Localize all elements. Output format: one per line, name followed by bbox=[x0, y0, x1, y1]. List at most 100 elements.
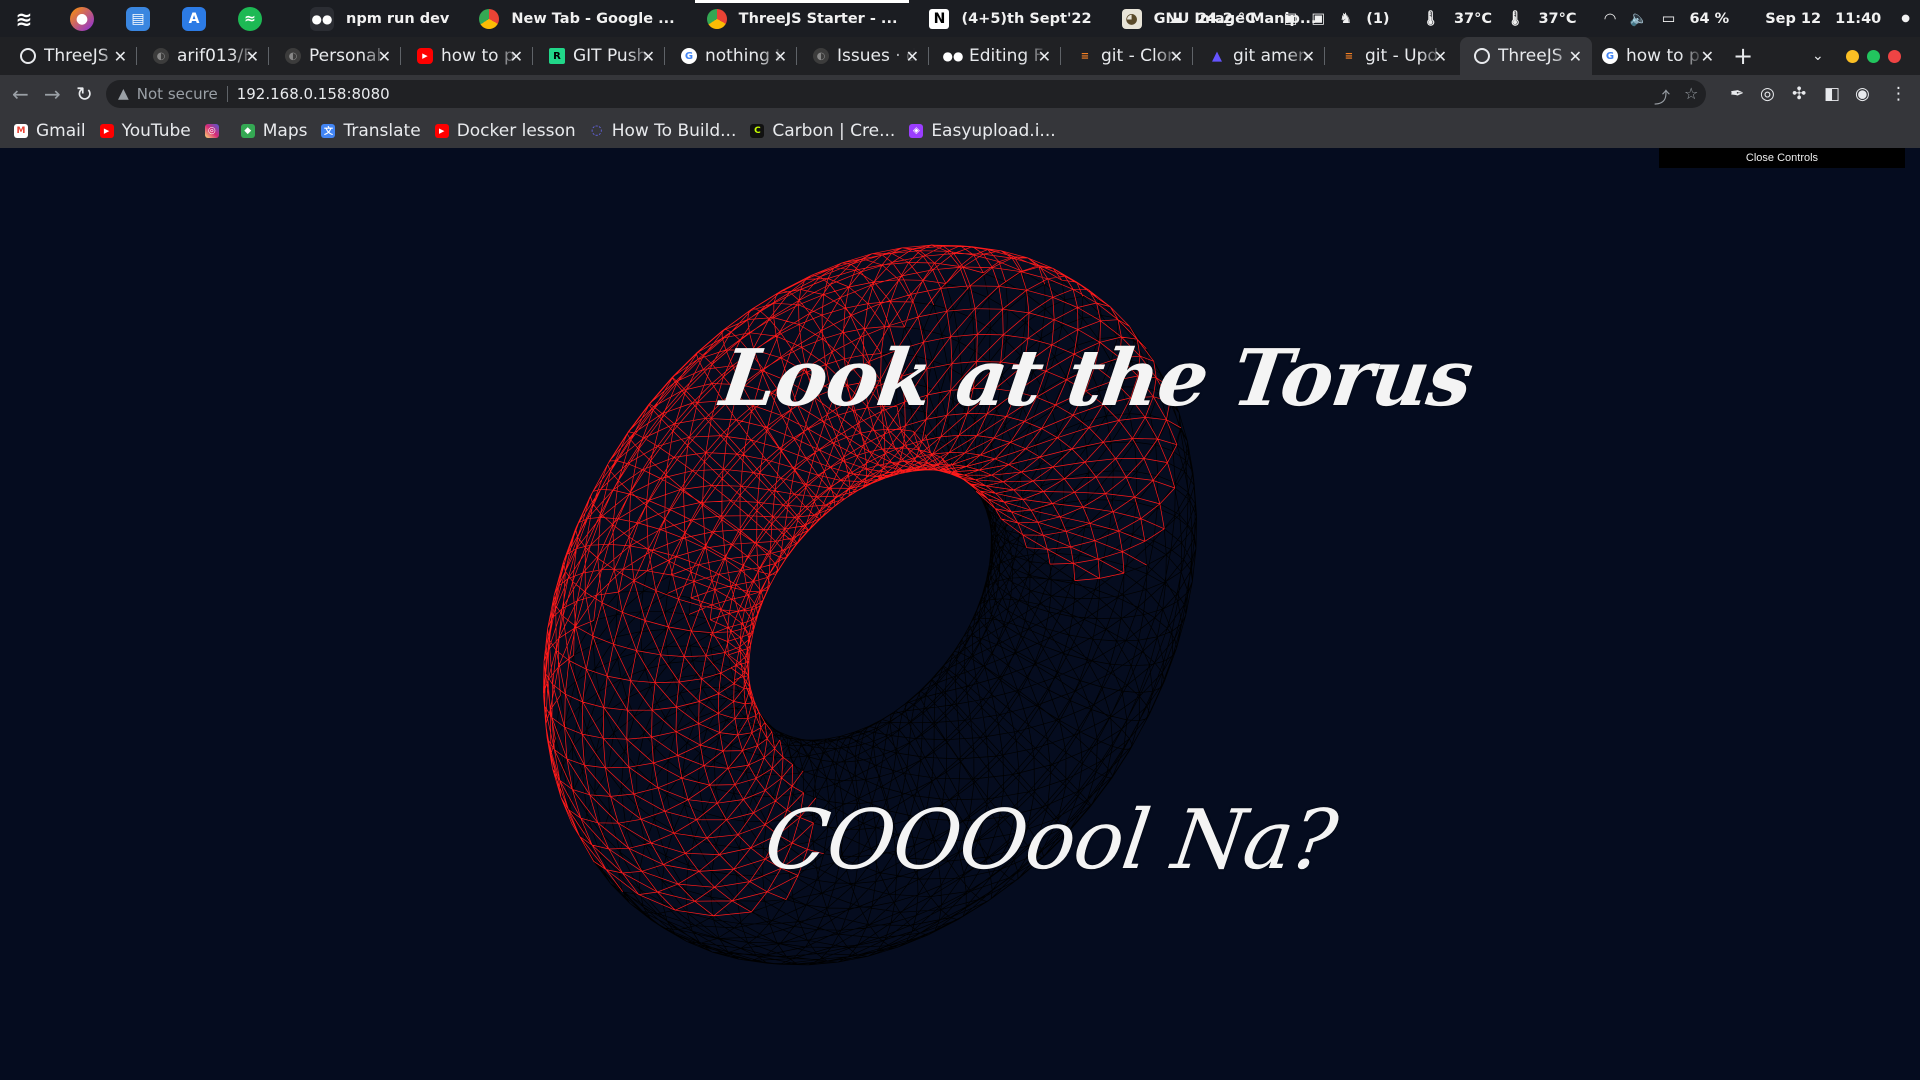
notion-icon: N bbox=[929, 8, 950, 29]
tab-8[interactable]: ≡ git - Clon ✕ bbox=[1061, 37, 1193, 75]
extension-circle-icon[interactable]: ◎ bbox=[1760, 75, 1775, 113]
tab-5[interactable]: G nothing t ✕ bbox=[665, 37, 797, 75]
reload-icon[interactable]: ↻ bbox=[76, 75, 93, 113]
bookmark-gmail[interactable]: M Gmail bbox=[14, 121, 86, 141]
volume-icon[interactable]: 🔈 bbox=[1630, 10, 1648, 27]
tray-app-icon[interactable]: ▣ bbox=[1284, 11, 1298, 27]
close-icon[interactable]: ✕ bbox=[906, 47, 919, 66]
new-tab-button[interactable]: + bbox=[1733, 37, 1753, 75]
tab-label: Editing F bbox=[969, 46, 1044, 66]
share-icon[interactable]: ⤴ bbox=[1654, 84, 1670, 108]
tab-11[interactable]: ThreeJS ✕ bbox=[1460, 37, 1592, 75]
tab-label: git - Clon bbox=[1101, 46, 1178, 66]
close-icon[interactable]: ✕ bbox=[774, 47, 787, 66]
back-arrow-icon[interactable]: ← bbox=[12, 75, 29, 113]
dock-software[interactable]: A bbox=[172, 0, 228, 37]
globe-icon bbox=[1474, 48, 1490, 64]
globe-icon bbox=[20, 48, 36, 64]
discord-icon[interactable]: ♞ bbox=[1339, 11, 1352, 27]
security-label[interactable]: Not secure bbox=[137, 85, 218, 103]
profile-avatar[interactable]: ◉ bbox=[1855, 75, 1870, 113]
tab-1[interactable]: ◐ arif013/F ✕ bbox=[137, 37, 269, 75]
tab-search-chevron-icon[interactable]: ⌄ bbox=[1812, 37, 1824, 75]
taskbar-app-1[interactable]: New Tab - Google ... bbox=[469, 0, 684, 37]
google-icon: G bbox=[1602, 48, 1618, 64]
thermometer-icon: 🌡 bbox=[1506, 11, 1525, 27]
close-icon[interactable]: ✕ bbox=[1302, 47, 1315, 66]
close-icon[interactable]: ✕ bbox=[510, 47, 523, 66]
bookmark-docker-lesson[interactable]: ▶ Docker lesson bbox=[434, 121, 576, 141]
bookmark-youtube[interactable]: ▶ YouTube bbox=[99, 120, 191, 141]
close-icon[interactable]: ✕ bbox=[642, 47, 655, 66]
google-icon: G bbox=[681, 48, 697, 64]
extensions-puzzle-icon[interactable]: ✣ bbox=[1792, 75, 1806, 113]
side-panel-icon[interactable]: ◧ bbox=[1824, 75, 1840, 113]
tray-app-icon[interactable]: ▣ bbox=[1311, 11, 1325, 27]
easyupload-icon: ◈ bbox=[909, 123, 924, 138]
tab-label: arif013/F bbox=[177, 46, 254, 66]
tab-9[interactable]: ▲ git amen ✕ bbox=[1193, 37, 1325, 75]
close-icon[interactable]: ✕ bbox=[1170, 47, 1183, 66]
warning-icon[interactable]: ▲ bbox=[118, 86, 129, 102]
bookmark-carbon[interactable]: C Carbon | Cre... bbox=[750, 121, 895, 141]
menu-kebab-icon[interactable]: ⋮ bbox=[1890, 75, 1907, 113]
tab-6[interactable]: ◐ Issues · d ✕ bbox=[797, 37, 929, 75]
tab-10[interactable]: ≡ git - Upd ✕ bbox=[1325, 37, 1457, 75]
close-icon[interactable]: ✕ bbox=[1038, 47, 1051, 66]
tab-4[interactable]: R GIT Push ✕ bbox=[533, 37, 665, 75]
close-icon[interactable]: ✕ bbox=[114, 47, 127, 66]
maps-icon: ◆ bbox=[240, 123, 255, 138]
wifi-icon[interactable]: ◠ bbox=[1605, 11, 1616, 27]
bookmark-how-to-build[interactable]: ◌ How To Build... bbox=[590, 121, 736, 141]
tab-label: ThreeJS bbox=[1498, 46, 1563, 66]
bookmark-label: YouTube bbox=[121, 120, 191, 141]
close-controls-button[interactable]: Close Controls bbox=[1659, 148, 1905, 168]
close-icon[interactable]: ✕ bbox=[1701, 47, 1714, 66]
dock-files[interactable]: ▤ bbox=[116, 0, 172, 37]
taskbar-app-0[interactable]: ●● npm run dev bbox=[300, 0, 459, 37]
battery-icon[interactable]: ▭ bbox=[1662, 11, 1676, 27]
chrome-icon bbox=[479, 8, 500, 29]
taskbar-app-label: ThreeJS Starter - ... bbox=[738, 10, 898, 27]
close-icon[interactable]: ✕ bbox=[378, 47, 391, 66]
bookmark-easyupload[interactable]: ◈ Easyupload.i... bbox=[909, 120, 1056, 141]
close-icon[interactable]: ✕ bbox=[246, 47, 259, 66]
battery-level: 64 % bbox=[1689, 10, 1730, 27]
stackoverflow-icon: ≡ bbox=[1080, 50, 1090, 62]
tab-2[interactable]: ◐ Personal ✕ bbox=[269, 37, 401, 75]
taskbar-app-label: New Tab - Google ... bbox=[511, 10, 675, 27]
taskbar-app-3[interactable]: N (4+5)th Sept'22 bbox=[919, 0, 1101, 37]
youtube-icon: ▶ bbox=[99, 123, 114, 138]
bookmark-label: Easyupload.i... bbox=[931, 120, 1056, 141]
url-text[interactable]: 192.168.0.158:8080 bbox=[237, 85, 390, 103]
maximize-button[interactable] bbox=[1867, 50, 1880, 63]
threejs-canvas[interactable]: Close Controls Look at the Torus COOOool… bbox=[0, 148, 1920, 1080]
tab-3[interactable]: ▶ how to p ✕ bbox=[401, 37, 533, 75]
date[interactable]: Sep 12 bbox=[1765, 11, 1821, 27]
minimize-button[interactable] bbox=[1846, 50, 1859, 63]
forward-arrow-icon[interactable]: → bbox=[44, 75, 61, 113]
tab-12[interactable]: G how to p ✕ bbox=[1592, 37, 1724, 75]
dock-firefox[interactable]: ● bbox=[60, 0, 116, 37]
dock-spotify[interactable]: ≈ bbox=[228, 0, 284, 37]
extension-icon[interactable]: ✒ bbox=[1730, 75, 1744, 113]
close-window-button[interactable] bbox=[1888, 50, 1901, 63]
close-icon[interactable]: ✕ bbox=[1569, 47, 1582, 66]
notification-count[interactable]: (1) bbox=[1366, 11, 1389, 27]
taskbar-app-2[interactable]: ThreeJS Starter - ... bbox=[694, 0, 910, 37]
tab-label: GIT Push bbox=[573, 46, 648, 66]
bookmark-instagram[interactable]: ◎ bbox=[204, 123, 227, 138]
close-icon[interactable]: ✕ bbox=[1434, 47, 1447, 66]
os-launcher[interactable]: ≋ bbox=[0, 0, 60, 37]
bookmark-translate[interactable]: 文 Translate bbox=[321, 121, 421, 141]
tab-7[interactable]: ●● Editing F ✕ bbox=[929, 37, 1061, 75]
hero-subtitle: COOOool Na? bbox=[759, 793, 1342, 888]
weather-readout: 24.2 °C bbox=[1197, 10, 1256, 27]
tab-0[interactable]: ThreeJS ✕ bbox=[0, 37, 137, 75]
address-bar[interactable]: ▲ Not secure 192.168.0.158:8080 ⤴ ☆ bbox=[106, 80, 1706, 108]
clock[interactable]: 11:40 bbox=[1835, 11, 1881, 27]
tab-label: nothing t bbox=[705, 46, 782, 66]
bookmark-star-icon[interactable]: ☆ bbox=[1684, 84, 1698, 103]
atlassian-icon: ▲ bbox=[1212, 48, 1222, 64]
bookmark-maps[interactable]: ◆ Maps bbox=[240, 121, 307, 141]
